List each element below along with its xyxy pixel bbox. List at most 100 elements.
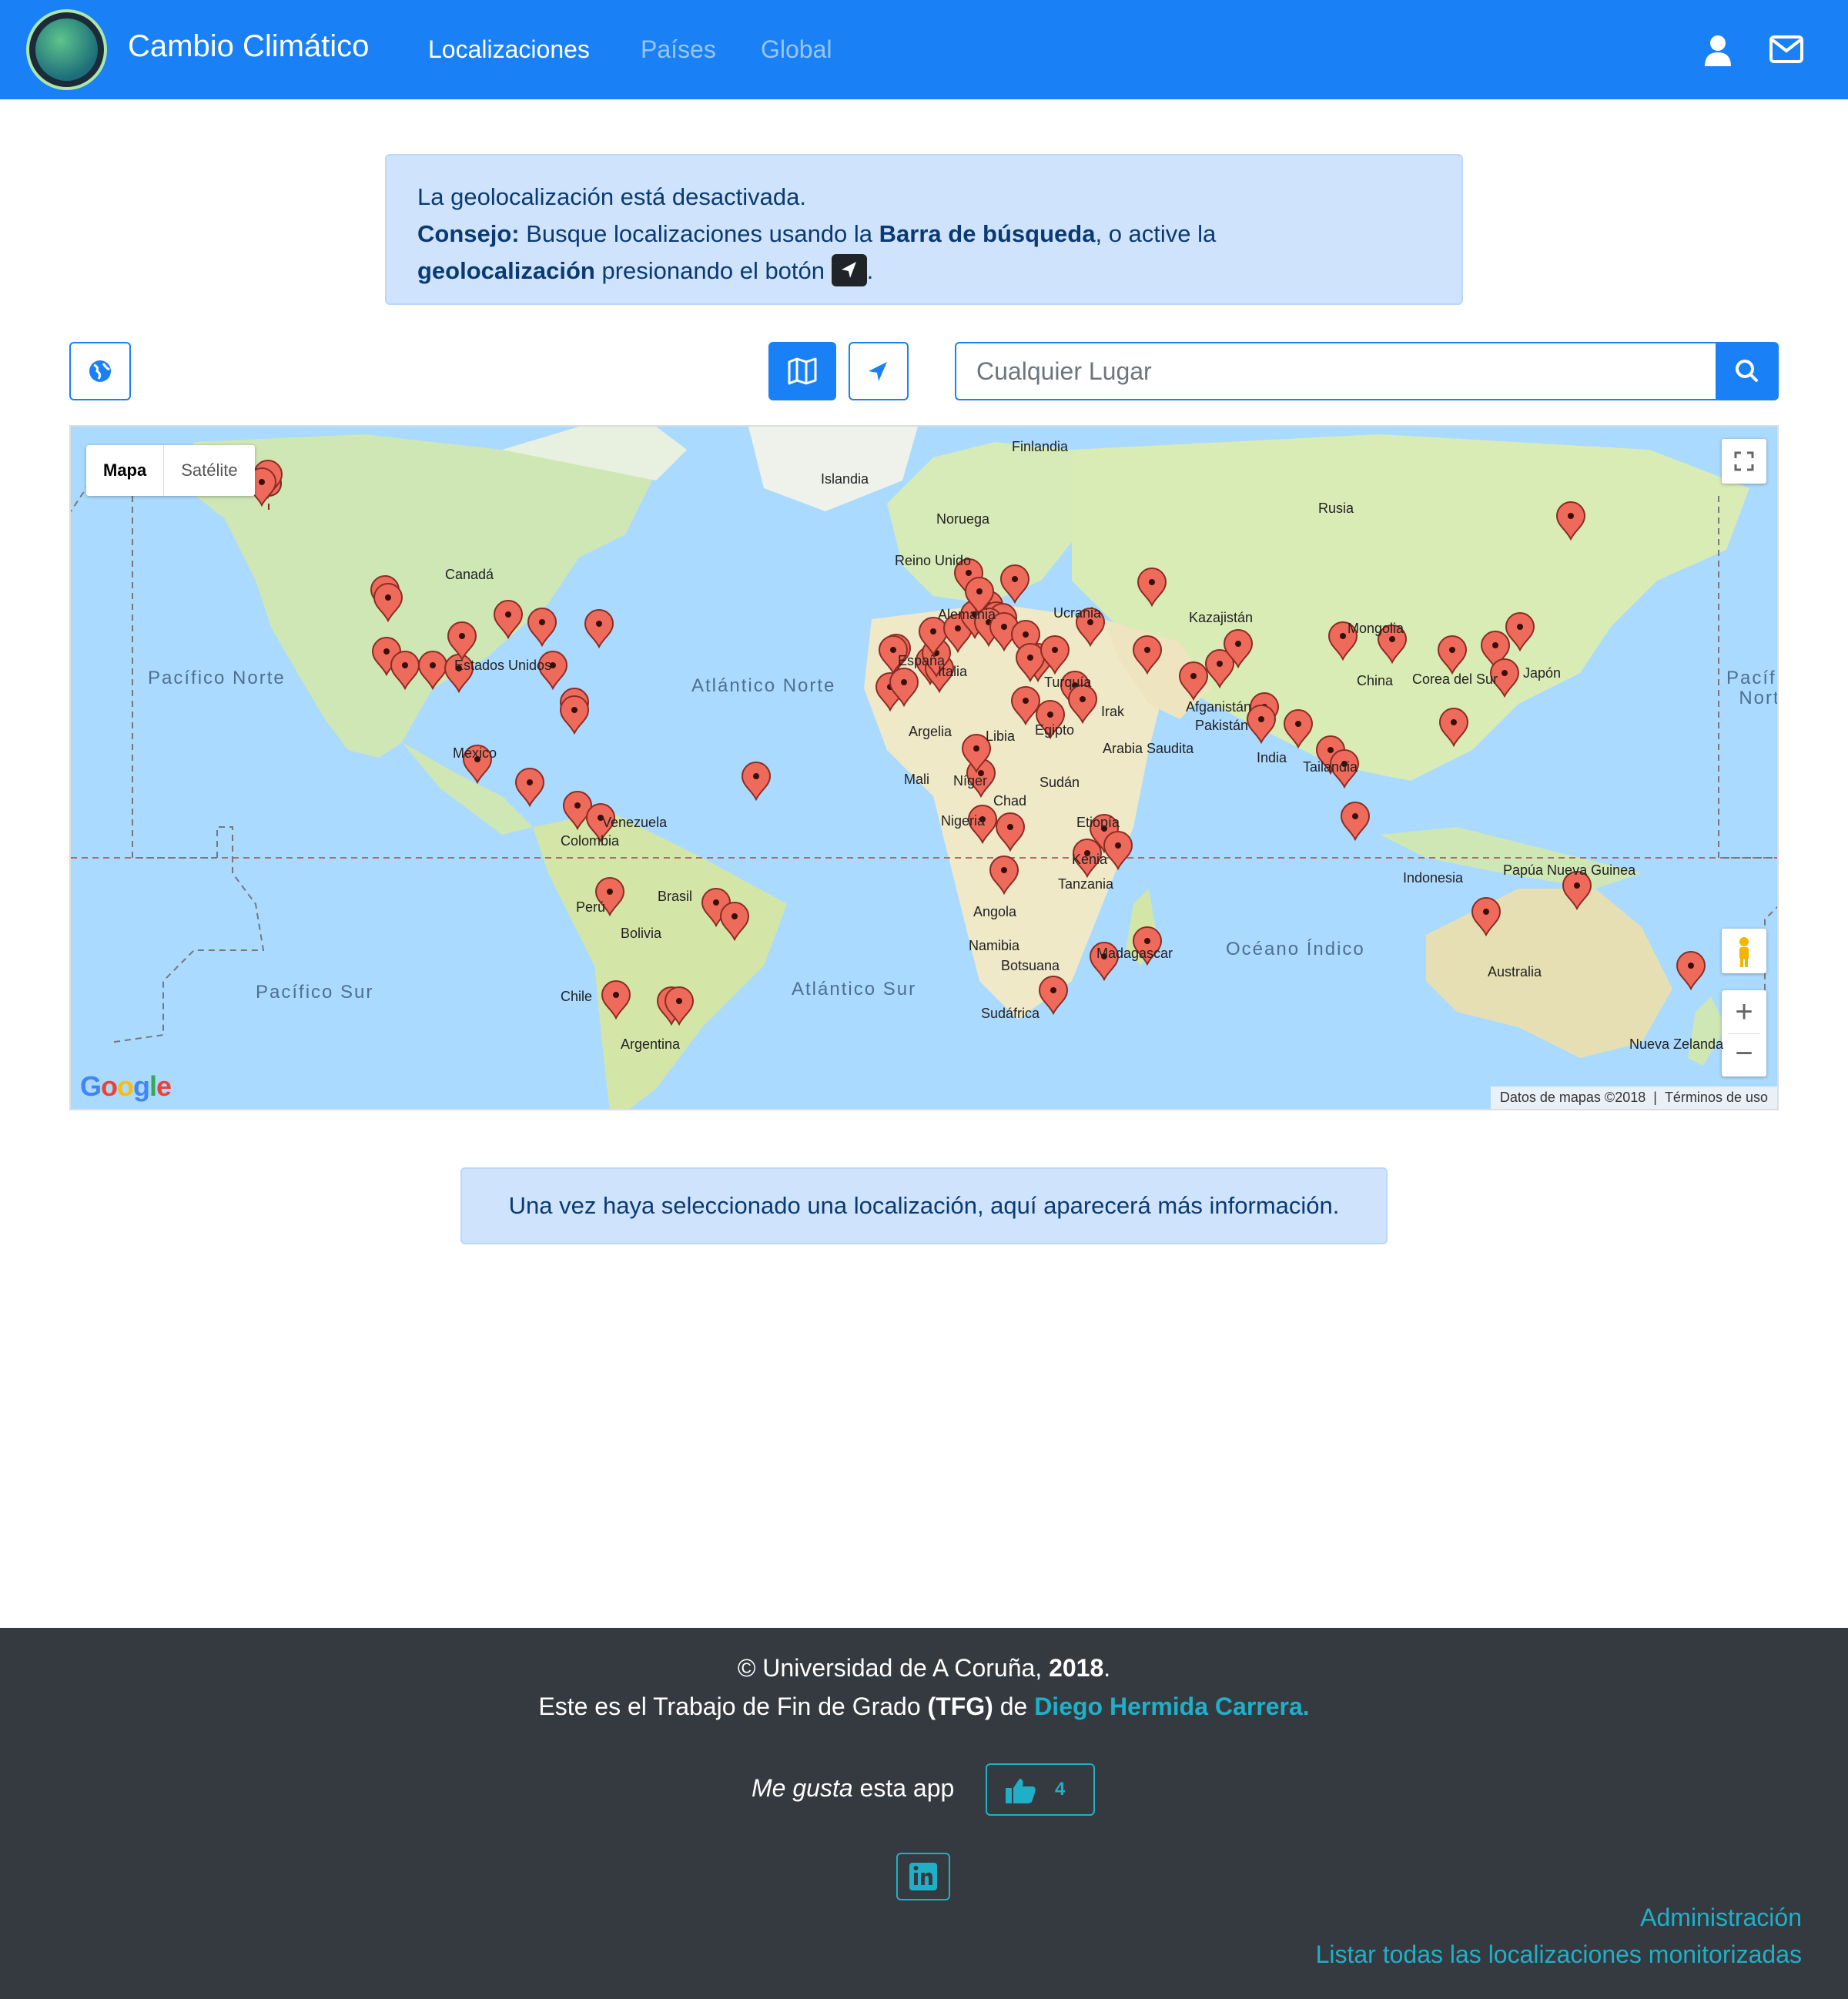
user-icon[interactable] [1705, 35, 1731, 66]
copyright-year: 2018 [1049, 1654, 1104, 1682]
country-label: Chad [993, 793, 1027, 809]
location-markers[interactable] [71, 427, 1779, 1110]
country-label: Angola [973, 904, 1017, 919]
country-label: Japón [1523, 665, 1562, 681]
location-marker[interactable] [1103, 831, 1133, 871]
location-marker[interactable] [741, 762, 772, 802]
like-text: Me gusta esta app [752, 1774, 954, 1803]
alert-line-2: Consejo: Busque localizaciones usando la… [417, 216, 1431, 253]
location-marker[interactable] [390, 651, 420, 691]
fullscreen-button[interactable] [1722, 439, 1766, 484]
location-marker[interactable] [1132, 635, 1163, 675]
tip-text-2: , o active la [1095, 220, 1217, 247]
world-map[interactable]: Mapa Satélite + − Google Datos de mapas … [69, 425, 1779, 1110]
country-label: Finlandia [1012, 439, 1069, 454]
map-type-mapa[interactable]: Mapa [86, 445, 163, 496]
geolocate-button[interactable] [849, 342, 909, 400]
ocean-label: Atlántico Sur [792, 979, 917, 1000]
search-button[interactable] [1716, 342, 1779, 400]
nav-global[interactable]: Global [761, 35, 832, 64]
tfg-bold: (TFG) [927, 1693, 993, 1720]
country-label: Ucrania [1053, 605, 1102, 621]
nav-paises[interactable]: Países [641, 35, 716, 64]
brand-title[interactable]: Cambio Climático [128, 29, 369, 64]
location-marker[interactable] [1505, 612, 1535, 652]
ocean-label: Océano Índico [1226, 939, 1365, 959]
location-marker[interactable] [995, 812, 1026, 852]
tip-label: Consejo: [417, 220, 520, 247]
location-marker[interactable] [1437, 635, 1468, 675]
location-marker[interactable] [999, 564, 1030, 604]
author-link[interactable]: Diego Hermida Carrera. [1034, 1693, 1309, 1720]
location-marker[interactable] [1471, 897, 1502, 937]
country-label: Etiopía [1076, 815, 1120, 830]
location-marker[interactable] [1676, 951, 1706, 991]
location-marker[interactable] [1246, 705, 1277, 745]
location-marker[interactable] [1438, 708, 1469, 748]
location-marker[interactable] [514, 768, 545, 808]
navbar: Cambio Climático Localizaciones Países G… [0, 0, 1848, 99]
country-label: Bolivia [621, 926, 662, 941]
location-arrow-icon [831, 253, 867, 286]
globe-icon [89, 360, 111, 382]
country-label: Chile [561, 989, 593, 1004]
footer: © Universidad de A Coruña, 2018. Este es… [0, 1628, 1848, 1999]
zoom-out-button[interactable]: − [1722, 1034, 1766, 1077]
country-label: Sudán [1040, 775, 1080, 790]
location-marker[interactable] [1010, 686, 1041, 726]
location-marker[interactable] [1555, 501, 1586, 541]
location-marker[interactable] [989, 856, 1019, 896]
country-label: Indonesia [1403, 870, 1464, 886]
ocean-label: Pacífico Norte [1726, 668, 1777, 708]
location-marker[interactable] [1038, 976, 1069, 1016]
country-label: Argentina [621, 1036, 681, 1052]
country-label: Namibia [969, 938, 1020, 953]
search-bar [955, 342, 1779, 400]
globe-button[interactable] [69, 342, 131, 400]
app-logo[interactable] [26, 9, 107, 90]
location-marker[interactable] [373, 583, 403, 623]
location-marker[interactable] [559, 695, 590, 735]
country-label: Australia [1488, 964, 1542, 979]
location-marker[interactable] [1178, 661, 1209, 701]
location-marker[interactable] [601, 980, 631, 1020]
location-marker[interactable] [493, 600, 524, 640]
linkedin-button[interactable] [896, 1853, 950, 1900]
envelope-icon[interactable] [1769, 35, 1803, 63]
street-view-pegman[interactable] [1722, 929, 1766, 973]
location-marker[interactable] [527, 608, 557, 648]
terms-of-use-link[interactable]: Términos de uso [1665, 1090, 1768, 1105]
location-marker[interactable] [584, 609, 614, 649]
country-label: Canadá [445, 567, 494, 582]
list-locations-link[interactable]: Listar todas las localizaciones monitori… [1316, 1940, 1802, 1969]
location-marker[interactable] [719, 902, 750, 942]
selection-info-alert: Una vez haya seleccionado una localizaci… [460, 1167, 1388, 1244]
country-label: Madagascar [1096, 946, 1173, 961]
admin-link[interactable]: Administración [1640, 1904, 1802, 1932]
location-marker[interactable] [417, 651, 448, 691]
search-input[interactable] [955, 342, 1717, 400]
location-marker[interactable] [1283, 709, 1314, 749]
location-marker[interactable] [447, 621, 477, 661]
copyright-prefix: © Universidad de A Coruña, [737, 1654, 1050, 1682]
nav-localizaciones[interactable]: Localizaciones [428, 35, 590, 64]
tfg-line: Este es el Trabajo de Fin de Grado (TFG)… [0, 1693, 1848, 1721]
fullscreen-icon [1734, 451, 1754, 471]
ocean-label: Pacífico Sur [256, 982, 374, 1003]
country-label: Kazajistán [1189, 610, 1254, 625]
country-label: Pakistán [1195, 718, 1249, 733]
country-label: México [453, 745, 497, 761]
map-type-satelite[interactable]: Satélite [163, 445, 254, 496]
location-marker[interactable] [1137, 568, 1167, 608]
like-button[interactable]: 4 [986, 1763, 1095, 1816]
location-marker[interactable] [1067, 685, 1098, 725]
tip-geolocation: geolocalización [417, 257, 595, 284]
zoom-control: + − [1722, 990, 1766, 1077]
map-type-control: Mapa Satélite [86, 445, 255, 496]
like-suffix: esta app [852, 1774, 955, 1802]
country-label: Corea del Sur [1412, 671, 1498, 687]
map-view-button[interactable] [768, 342, 836, 400]
country-label: Brasil [658, 889, 693, 904]
zoom-in-button[interactable]: + [1722, 990, 1766, 1033]
location-marker[interactable] [1340, 802, 1371, 842]
